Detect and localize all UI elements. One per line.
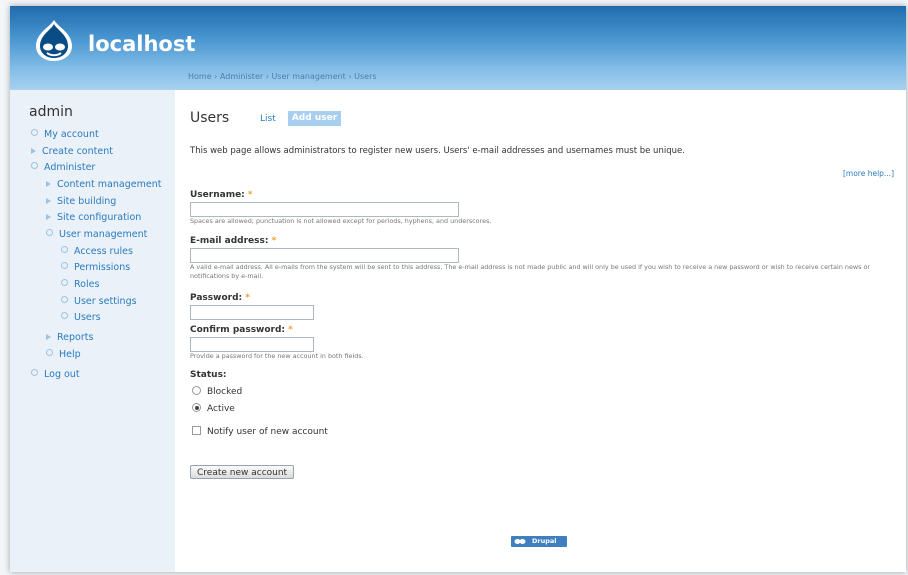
required-marker: * bbox=[271, 236, 277, 246]
required-marker: * bbox=[247, 190, 253, 200]
sidebar-item-create-content[interactable]: Create content bbox=[31, 146, 113, 157]
breadcrumb-administer[interactable]: Administer bbox=[220, 72, 263, 81]
bullet-icon bbox=[61, 296, 68, 303]
expand-arrow-icon bbox=[46, 334, 51, 340]
bullet-icon bbox=[61, 279, 68, 286]
sidebar-item-site-configuration[interactable]: Site configuration bbox=[46, 212, 141, 223]
site-name[interactable]: localhost bbox=[88, 32, 195, 56]
sidebar-item-label: Log out bbox=[44, 369, 80, 380]
email-field[interactable] bbox=[190, 248, 459, 263]
tab-add-user[interactable]: Add user bbox=[288, 111, 341, 126]
sidebar-item-label: User settings bbox=[74, 296, 137, 307]
sidebar-item-my-account[interactable]: My account bbox=[31, 129, 99, 140]
required-marker: * bbox=[245, 293, 250, 303]
expand-arrow-icon bbox=[31, 148, 36, 154]
notify-label: Notify user of new account bbox=[207, 427, 328, 437]
intro-text: This web page allows administrators to r… bbox=[190, 146, 685, 156]
sidebar-item-label: User management bbox=[59, 229, 148, 240]
username-description: Spaces are allowed; punctuation is not a… bbox=[190, 217, 492, 225]
sidebar-item-label: Access rules bbox=[74, 246, 133, 257]
breadcrumb-separator: › bbox=[265, 72, 269, 81]
bullet-icon bbox=[46, 229, 53, 236]
sidebar-item-label: My account bbox=[44, 129, 99, 140]
tab-list[interactable]: List bbox=[260, 114, 276, 124]
password-label: Password: * bbox=[190, 293, 250, 303]
sidebar-item-access-rules[interactable]: Access rules bbox=[61, 246, 133, 257]
required-marker: * bbox=[288, 325, 293, 335]
sidebar-title: admin bbox=[29, 104, 73, 120]
sidebar: admin My account Create content Administ… bbox=[10, 90, 175, 572]
bullet-icon bbox=[46, 349, 53, 356]
page-title: Users bbox=[190, 110, 230, 126]
sidebar-item-help[interactable]: Help bbox=[46, 349, 81, 360]
bullet-icon bbox=[31, 162, 38, 169]
password-description: Provide a password for the new account i… bbox=[190, 352, 364, 360]
notify-option[interactable]: Notify user of new account bbox=[192, 426, 328, 437]
sidebar-item-label: Reports bbox=[57, 332, 94, 343]
sidebar-item-permissions[interactable]: Permissions bbox=[61, 262, 130, 273]
sidebar-item-label: Content management bbox=[57, 179, 162, 190]
sidebar-item-reports[interactable]: Reports bbox=[46, 332, 93, 343]
bullet-icon bbox=[61, 312, 68, 319]
username-label-text: Username: bbox=[190, 190, 245, 200]
sidebar-item-content-management[interactable]: Content management bbox=[46, 179, 161, 190]
breadcrumb-users[interactable]: Users bbox=[354, 72, 376, 81]
radio-active[interactable] bbox=[192, 403, 201, 412]
powered-by-text: Drupal bbox=[532, 537, 557, 545]
status-label: Status: bbox=[190, 370, 227, 380]
sidebar-item-label: Administer bbox=[44, 162, 96, 173]
sidebar-item-user-management[interactable]: User management bbox=[46, 229, 147, 240]
confirm-password-label-text: Confirm password: bbox=[190, 325, 286, 335]
breadcrumb-separator: › bbox=[214, 72, 218, 81]
status-blocked-option[interactable]: Blocked bbox=[192, 386, 242, 397]
bullet-icon bbox=[31, 369, 38, 376]
email-description: A valid e-mail address. All e-mails from… bbox=[190, 263, 871, 280]
create-new-account-button[interactable]: Create new account bbox=[190, 465, 295, 479]
sidebar-item-label: Help bbox=[59, 349, 81, 360]
radio-blocked[interactable] bbox=[192, 386, 201, 395]
sidebar-item-label: Roles bbox=[74, 279, 100, 290]
sidebar-item-label: Site building bbox=[57, 196, 117, 207]
bullet-icon bbox=[61, 262, 68, 269]
browser-page: localhost Home › Administer › User manag… bbox=[10, 6, 906, 572]
sidebar-item-label: Create content bbox=[42, 146, 113, 157]
bullet-icon bbox=[31, 129, 38, 136]
username-field[interactable] bbox=[190, 202, 459, 217]
sidebar-item-users[interactable]: Users bbox=[61, 312, 101, 323]
sidebar-item-log-out[interactable]: Log out bbox=[31, 369, 80, 380]
email-label-text: E-mail address: bbox=[190, 236, 269, 246]
sidebar-item-label: Site configuration bbox=[57, 212, 142, 223]
expand-arrow-icon bbox=[46, 198, 51, 204]
main-content: Users List Add user This web page allows… bbox=[175, 90, 906, 572]
notify-checkbox[interactable] bbox=[192, 426, 201, 435]
password-label-text: Password: bbox=[190, 293, 243, 303]
breadcrumb-separator: › bbox=[348, 72, 352, 81]
password-field[interactable] bbox=[190, 305, 314, 320]
expand-arrow-icon bbox=[46, 181, 51, 187]
radio-label: Blocked bbox=[207, 387, 243, 397]
sidebar-item-label: Users bbox=[74, 312, 101, 323]
drupal-small-icon bbox=[514, 539, 526, 544]
sidebar-item-label: Permissions bbox=[74, 262, 131, 273]
sidebar-item-administer[interactable]: Administer bbox=[31, 162, 95, 173]
site-header: localhost bbox=[10, 6, 906, 66]
sidebar-item-user-settings[interactable]: User settings bbox=[61, 296, 137, 307]
breadcrumb-user-management[interactable]: User management bbox=[271, 72, 345, 81]
radio-label: Active bbox=[207, 404, 235, 414]
breadcrumb-home[interactable]: Home bbox=[188, 72, 212, 81]
confirm-password-field[interactable] bbox=[190, 337, 314, 352]
more-help-link[interactable]: [more help...] bbox=[843, 169, 894, 178]
bullet-icon bbox=[61, 246, 68, 253]
drupal-logo-icon[interactable] bbox=[34, 18, 74, 62]
breadcrumb: Home › Administer › User management › Us… bbox=[188, 72, 377, 81]
email-label: E-mail address: * bbox=[190, 236, 276, 246]
sidebar-item-site-building[interactable]: Site building bbox=[46, 196, 116, 207]
sidebar-item-roles[interactable]: Roles bbox=[61, 279, 99, 290]
status-active-option[interactable]: Active bbox=[192, 403, 235, 414]
expand-arrow-icon bbox=[46, 214, 51, 220]
header-band bbox=[10, 66, 906, 90]
powered-by-drupal-badge[interactable]: Drupal bbox=[511, 536, 567, 547]
confirm-password-label: Confirm password: * bbox=[190, 325, 293, 335]
username-label: Username: * bbox=[190, 190, 253, 200]
